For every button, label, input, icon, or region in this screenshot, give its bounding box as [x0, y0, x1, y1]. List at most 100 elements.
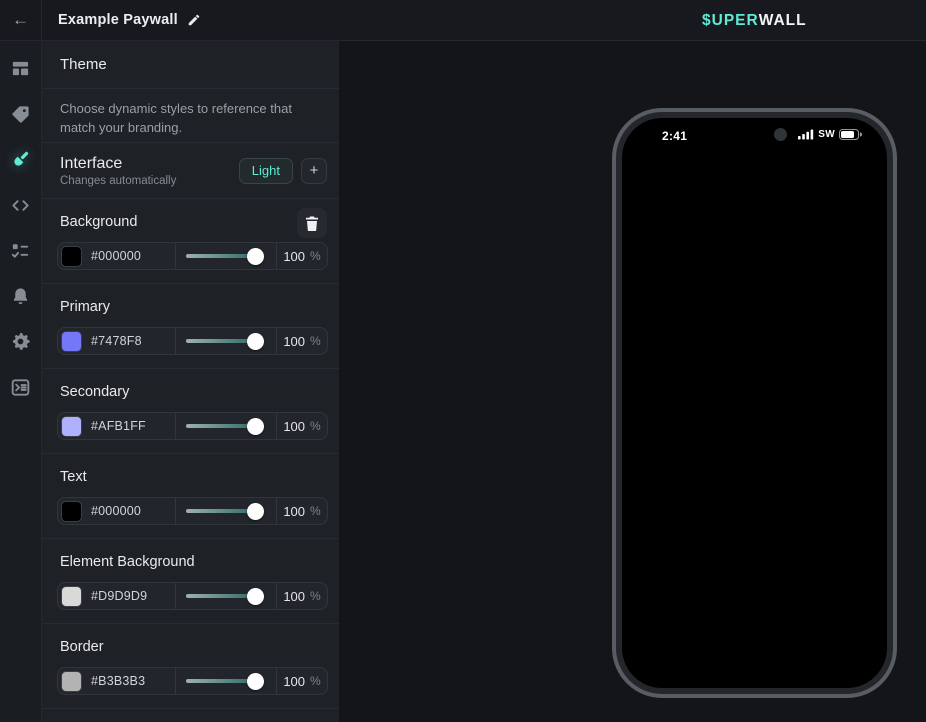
slider-thumb[interactable]: [247, 418, 264, 435]
color-swatch[interactable]: [61, 416, 82, 437]
color-hex-value: #B3B3B3: [91, 674, 145, 688]
color-section-label: Element Background: [60, 554, 195, 570]
color-swatch[interactable]: [61, 246, 82, 267]
sidebar-item-rules[interactable]: [0, 228, 42, 274]
color-swatch[interactable]: [61, 586, 82, 607]
opacity-value: 100: [283, 589, 305, 604]
front-camera-dot: [774, 128, 787, 141]
top-bar: ← Example Paywall $UPERWALL: [0, 0, 926, 41]
signal-strength-icon: [798, 129, 814, 140]
color-swatch[interactable]: [61, 501, 82, 522]
color-row: #D9D9D9 100 %: [57, 582, 328, 610]
opacity-unit: %: [310, 504, 321, 518]
delete-color-button[interactable]: [297, 208, 327, 238]
color-row: #000000 100 %: [57, 497, 328, 525]
carrier-label: SW: [818, 129, 835, 140]
preview-canvas: 2:41 SW: [339, 41, 926, 722]
opacity-field[interactable]: 100 %: [277, 328, 327, 354]
gear-icon: [10, 331, 31, 352]
opacity-slider[interactable]: [176, 583, 277, 609]
opacity-field[interactable]: 100 %: [277, 498, 327, 524]
color-sections: Background #000000 100 % Primary: [42, 199, 339, 709]
sidebar-item-tags[interactable]: [0, 92, 42, 138]
slider-thumb[interactable]: [247, 333, 264, 350]
color-section-label: Secondary: [60, 384, 129, 400]
hex-input[interactable]: #000000: [58, 498, 176, 524]
hex-input[interactable]: #AFB1FF: [58, 413, 176, 439]
back-arrow-icon: ←: [12, 10, 29, 30]
color-hex-value: #AFB1FF: [91, 419, 146, 433]
opacity-value: 100: [283, 504, 305, 519]
slider-thumb[interactable]: [247, 248, 264, 265]
status-time: 2:41: [662, 129, 687, 143]
opacity-field[interactable]: 100 %: [277, 413, 327, 439]
add-interface-button[interactable]: +: [301, 158, 327, 184]
paintbrush-icon: [10, 149, 31, 170]
color-section-label: Text: [60, 469, 87, 485]
title-wrap: Example Paywall: [42, 12, 201, 28]
color-section: Element Background #D9D9D9 100 %: [42, 539, 339, 624]
panel-header: Theme: [42, 41, 339, 89]
slider-track: [186, 509, 255, 513]
paywall-editor-app: ← Example Paywall $UPERWALL: [0, 0, 926, 722]
sidebar-item-settings[interactable]: [0, 319, 42, 365]
panel-description-section: Choose dynamic styles to reference that …: [42, 89, 339, 143]
panel-description: Choose dynamic styles to reference that …: [60, 100, 321, 138]
slider-thumb[interactable]: [247, 673, 264, 690]
color-section: Primary #7478F8 100 %: [42, 284, 339, 369]
color-row: #AFB1FF 100 %: [57, 412, 328, 440]
color-row: #7478F8 100 %: [57, 327, 328, 355]
interface-mode-button[interactable]: Light: [239, 158, 293, 184]
color-section-label: Background: [60, 214, 137, 230]
opacity-unit: %: [310, 249, 321, 263]
color-row: #000000 100 %: [57, 242, 328, 270]
opacity-slider[interactable]: [176, 668, 277, 694]
sidebar-item-code[interactable]: [0, 183, 42, 229]
slider-track: [186, 679, 255, 683]
opacity-value: 100: [283, 674, 305, 689]
opacity-unit: %: [310, 674, 321, 688]
sidebar-item-notifications[interactable]: [0, 274, 42, 320]
slider-track: [186, 254, 255, 258]
back-button[interactable]: ←: [0, 0, 42, 40]
color-section: Border #B3B3B3 100 %: [42, 624, 339, 709]
opacity-slider[interactable]: [176, 413, 277, 439]
color-section: Text #000000 100 %: [42, 454, 339, 539]
sidebar-item-layout[interactable]: [0, 46, 42, 92]
console-icon: [10, 377, 31, 398]
rules-checklist-icon: [10, 240, 31, 261]
color-swatch[interactable]: [61, 331, 82, 352]
bell-icon: [10, 286, 31, 307]
slider-thumb[interactable]: [247, 503, 264, 520]
logo-teal-part: $UPER: [702, 12, 759, 30]
superwall-logo: $UPERWALL: [702, 0, 807, 41]
interface-section: Interface Changes automatically Light +: [42, 143, 339, 199]
edit-title-icon[interactable]: [187, 13, 201, 27]
panel-title: Theme: [60, 56, 107, 73]
phone-screen[interactable]: 2:41 SW: [622, 118, 887, 688]
opacity-slider[interactable]: [176, 498, 277, 524]
interface-text: Interface Changes automatically: [60, 155, 239, 187]
sidebar-item-theme[interactable]: [0, 137, 42, 183]
color-swatch[interactable]: [61, 671, 82, 692]
color-hex-value: #000000: [91, 504, 141, 518]
opacity-slider[interactable]: [176, 243, 277, 269]
hex-input[interactable]: #B3B3B3: [58, 668, 176, 694]
opacity-field[interactable]: 100 %: [277, 583, 327, 609]
slider-thumb[interactable]: [247, 588, 264, 605]
opacity-field[interactable]: 100 %: [277, 243, 327, 269]
sidebar-item-console[interactable]: [0, 365, 42, 411]
logo-white-part: WALL: [759, 12, 807, 30]
interface-title: Interface: [60, 155, 239, 173]
hex-input[interactable]: #000000: [58, 243, 176, 269]
color-section-label: Primary: [60, 299, 110, 315]
opacity-field[interactable]: 100 %: [277, 668, 327, 694]
phone-mockup: 2:41 SW: [612, 108, 897, 698]
hex-input[interactable]: #7478F8: [58, 328, 176, 354]
color-section: Background #000000 100 %: [42, 199, 339, 284]
opacity-value: 100: [283, 334, 305, 349]
interface-subtitle: Changes automatically: [60, 175, 239, 187]
status-right-icons: SW: [798, 129, 862, 140]
hex-input[interactable]: #D9D9D9: [58, 583, 176, 609]
opacity-slider[interactable]: [176, 328, 277, 354]
